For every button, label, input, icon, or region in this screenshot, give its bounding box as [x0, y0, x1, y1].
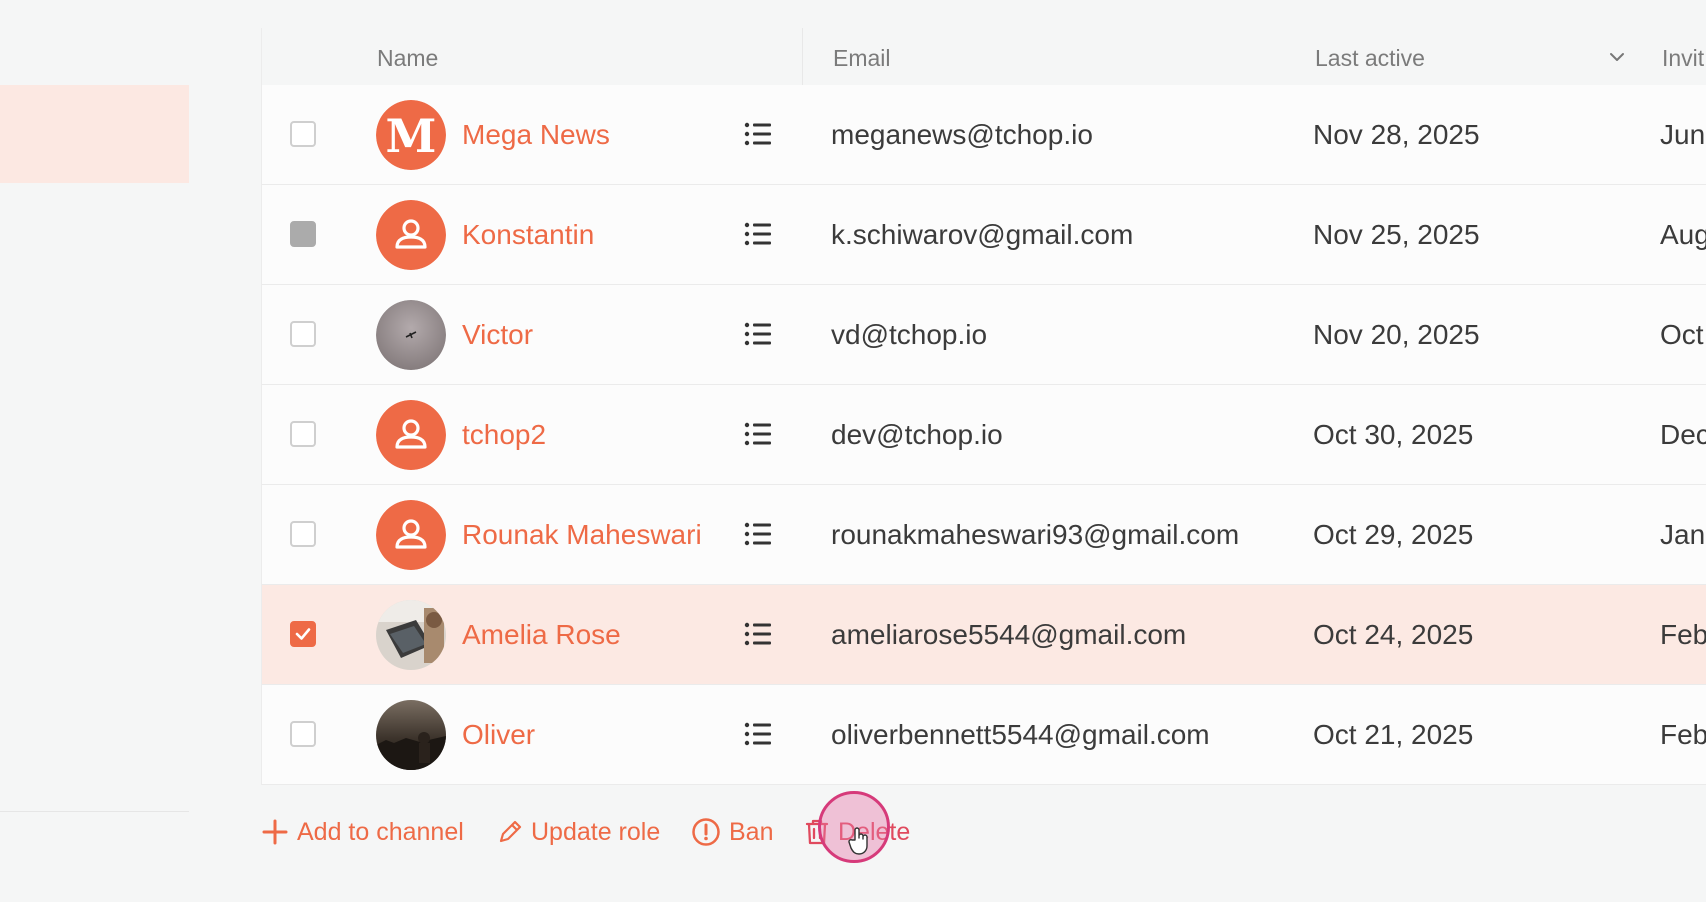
- avatar[interactable]: [376, 300, 446, 370]
- svg-text:M: M: [386, 109, 437, 163]
- update-role-label: Update role: [531, 817, 661, 846]
- last-active-date: Oct 21, 2025: [1313, 719, 1474, 750]
- row-checkbox[interactable]: [290, 721, 316, 747]
- hand-cursor-icon: [848, 827, 868, 855]
- update-role-button[interactable]: Update role: [497, 815, 660, 849]
- invited-date: Feb: [1660, 619, 1706, 650]
- last-active-date: Nov 25, 2025: [1313, 219, 1480, 250]
- members-table: Name Email Last active Invit M Mega News m…: [261, 28, 1706, 785]
- member-email: dev@tchop.io: [831, 419, 1003, 450]
- table-row[interactable]: tchop2 dev@tchop.io Oct 30, 2025 Dec: [262, 385, 1706, 485]
- last-active-date: Oct 30, 2025: [1313, 419, 1474, 450]
- list-icon[interactable]: [744, 521, 772, 547]
- member-name[interactable]: Amelia Rose: [462, 619, 621, 651]
- table-row[interactable]: Victor vd@tchop.io Nov 20, 2025 Oct: [262, 285, 1706, 385]
- member-name[interactable]: Konstantin: [462, 219, 594, 251]
- member-name[interactable]: Victor: [462, 319, 533, 351]
- list-icon[interactable]: [744, 721, 772, 747]
- last-active-date: Oct 29, 2025: [1313, 519, 1474, 550]
- list-icon[interactable]: [744, 121, 772, 147]
- pencil-icon: [499, 820, 522, 843]
- list-icon[interactable]: [744, 321, 772, 347]
- table-row[interactable]: Rounak Maheswari rounakmaheswari93@gmail.…: [262, 485, 1706, 585]
- row-checkbox[interactable]: [290, 621, 316, 647]
- check-icon: [295, 628, 311, 640]
- chevron-down-icon[interactable]: [1607, 47, 1627, 67]
- member-email: oliverbennett5544@gmail.com: [831, 719, 1210, 750]
- last-active-date: Oct 24, 2025: [1313, 619, 1474, 650]
- invited-date: Feb: [1660, 719, 1706, 750]
- header-name[interactable]: Name: [377, 45, 438, 72]
- sidebar-active-item[interactable]: [0, 85, 189, 183]
- member-email: k.schiwarov@gmail.com: [831, 219, 1134, 250]
- table-row[interactable]: M Mega News meganews@tchop.io Nov 28, 2025 J…: [262, 85, 1706, 185]
- list-icon[interactable]: [744, 421, 772, 447]
- avatar[interactable]: [376, 500, 446, 570]
- avatar[interactable]: M: [376, 100, 446, 170]
- avatar[interactable]: [376, 400, 446, 470]
- header-invited[interactable]: Invit: [1662, 45, 1704, 72]
- list-icon[interactable]: [744, 621, 772, 647]
- member-name[interactable]: Rounak Maheswari: [462, 519, 702, 551]
- member-email: ameliarose5544@gmail.com: [831, 619, 1187, 650]
- member-name[interactable]: tchop2: [462, 419, 546, 451]
- table-header: Name Email Last active Invit: [262, 28, 1706, 85]
- add-to-channel-button[interactable]: Add to channel: [261, 815, 464, 849]
- list-icon[interactable]: [744, 221, 772, 247]
- row-checkbox[interactable]: [290, 421, 316, 447]
- sidebar-divider: [0, 811, 189, 812]
- header-last-active[interactable]: Last active: [1315, 45, 1425, 72]
- last-active-date: Nov 20, 2025: [1313, 319, 1480, 350]
- header-email[interactable]: Email: [833, 45, 891, 72]
- avatar[interactable]: [376, 700, 446, 770]
- invited-date: Aug: [1660, 219, 1706, 250]
- member-email: vd@tchop.io: [831, 319, 988, 350]
- member-email: rounakmaheswari93@gmail.com: [831, 519, 1240, 550]
- table-row[interactable]: Konstantin k.schiwarov@gmail.com Nov 25, 2…: [262, 185, 1706, 285]
- ban-label: Ban: [729, 817, 774, 846]
- invited-date: Jun: [1660, 119, 1706, 150]
- row-checkbox[interactable]: [290, 121, 316, 147]
- last-active-date: Nov 28, 2025: [1313, 119, 1480, 150]
- invited-date: Oct: [1660, 319, 1704, 350]
- invited-date: Jan: [1660, 519, 1706, 550]
- avatar[interactable]: [376, 600, 446, 670]
- invited-date: Dec: [1660, 419, 1706, 450]
- member-name[interactable]: Oliver: [462, 719, 535, 751]
- member-email: meganews@tchop.io: [831, 119, 1093, 150]
- table-row[interactable]: Oliver oliverbennett5544@gmail.com Oct 21,…: [262, 685, 1706, 785]
- row-checkbox[interactable]: [290, 521, 316, 547]
- table-row[interactable]: Amelia Rose ameliarose5544@gmail.com Oct 2…: [262, 585, 1706, 685]
- row-checkbox[interactable]: [290, 321, 316, 347]
- plus-icon: [262, 819, 288, 845]
- alert-circle-icon: [692, 818, 720, 846]
- member-name[interactable]: Mega News: [462, 119, 610, 151]
- avatar[interactable]: [376, 200, 446, 270]
- row-checkbox[interactable]: [290, 221, 316, 247]
- ban-button[interactable]: Ban: [691, 815, 773, 849]
- add-to-channel-label: Add to channel: [297, 817, 464, 846]
